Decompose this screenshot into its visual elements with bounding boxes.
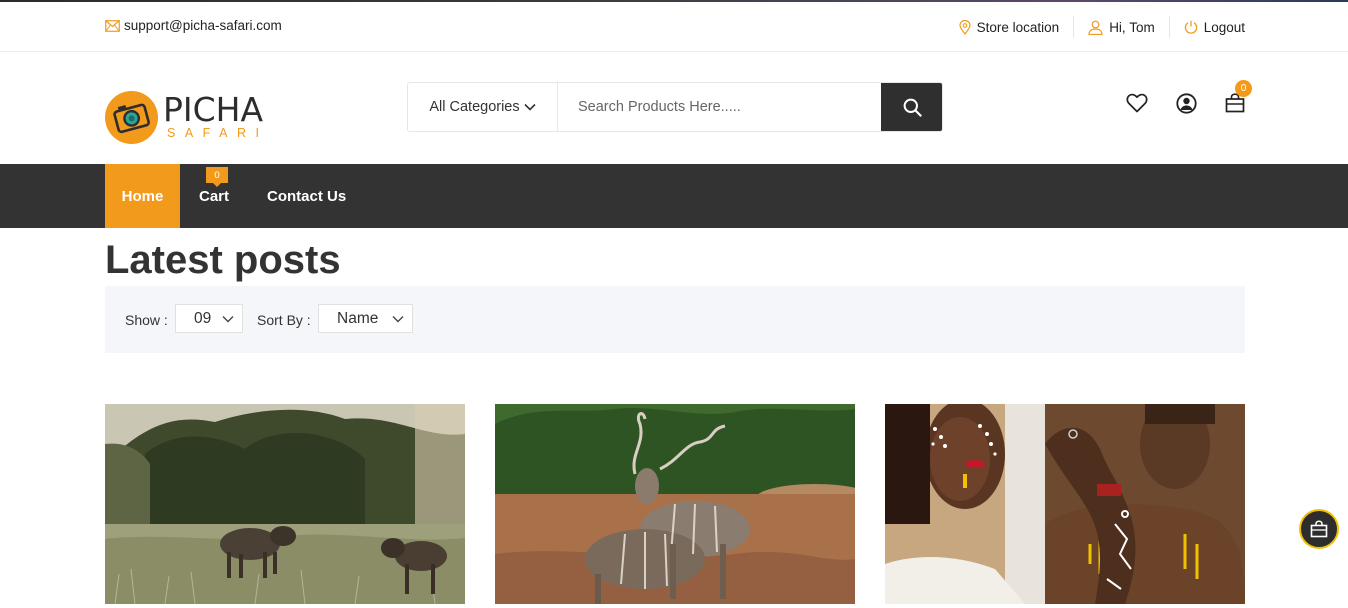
search-input[interactable] [558, 83, 881, 131]
product-search: All Categories [407, 82, 943, 132]
chevron-down-icon [222, 316, 234, 323]
top-bar: support@picha-safari.com Store location … [0, 2, 1348, 52]
cart-count-badge: 0 [1235, 80, 1252, 97]
mail-icon [105, 19, 120, 32]
nav-home-label: Home [121, 187, 164, 205]
category-dropdown[interactable]: All Categories [408, 83, 558, 131]
nav-cart-badge: 0 [206, 167, 228, 187]
nav-cart-label: Cart [199, 187, 230, 205]
nav-item-contact[interactable]: Contact Us [267, 164, 346, 228]
logout-link[interactable]: Logout [1170, 16, 1245, 38]
sort-select[interactable]: Name [318, 304, 413, 333]
page-title: Latest posts [105, 238, 341, 282]
header-icons: 0 [1099, 80, 1252, 114]
search-button[interactable] [881, 83, 942, 131]
kudu-photo [495, 404, 855, 604]
floating-cart-button[interactable] [1299, 509, 1339, 549]
support-email[interactable]: support@picha-safari.com [105, 18, 282, 33]
chevron-down-icon [392, 316, 404, 323]
account-greeting[interactable]: Hi, Tom [1074, 16, 1169, 38]
category-label: All Categories [429, 99, 520, 115]
wishlist-button[interactable] [1126, 92, 1148, 114]
chevron-down-icon [524, 103, 536, 111]
nav-item-home[interactable]: Home [105, 164, 180, 228]
sort-value: Name [337, 309, 379, 327]
post-card-image[interactable] [495, 404, 855, 604]
site-logo[interactable]: PICHA SAFARI [105, 90, 275, 146]
user-circle-icon [1175, 92, 1197, 114]
post-card-image[interactable] [885, 404, 1245, 604]
support-email-text: support@picha-safari.com [124, 18, 282, 33]
map-pin-icon [959, 19, 971, 35]
power-icon [1184, 20, 1197, 34]
user-icon [1088, 20, 1103, 35]
heart-icon [1126, 93, 1148, 113]
sort-label: Sort By : [257, 312, 311, 328]
logo-camera-badge [105, 91, 158, 144]
post-card-image[interactable] [105, 404, 465, 604]
store-location-label: Store location [976, 19, 1060, 35]
logo-tagline: SAFARI [167, 126, 269, 140]
site-header: PICHA SAFARI All Categories Search Produ… [0, 52, 1348, 164]
greeting-label: Hi, Tom [1109, 19, 1155, 35]
warthog-photo [105, 404, 465, 604]
cart-button[interactable]: 0 [1224, 80, 1252, 114]
logo-wordmark: PICHA [163, 90, 264, 129]
logout-label: Logout [1203, 19, 1245, 35]
account-button[interactable] [1175, 92, 1197, 114]
show-label: Show : [125, 312, 168, 328]
show-value: 09 [194, 309, 212, 327]
face-paint-photo [885, 404, 1245, 604]
filter-bar: Show : 09 Sort By : Name [105, 286, 1245, 353]
shopping-bag-icon [1310, 520, 1328, 538]
show-select[interactable]: 09 [175, 304, 243, 333]
store-location-link[interactable]: Store location [945, 16, 1074, 38]
nav-item-cart[interactable]: 0 Cart [199, 164, 229, 228]
main-nav: Home 0 Cart Contact Us [0, 164, 1348, 228]
nav-contact-label: Contact Us [267, 187, 347, 205]
search-icon [903, 98, 922, 117]
camera-icon [113, 103, 150, 134]
